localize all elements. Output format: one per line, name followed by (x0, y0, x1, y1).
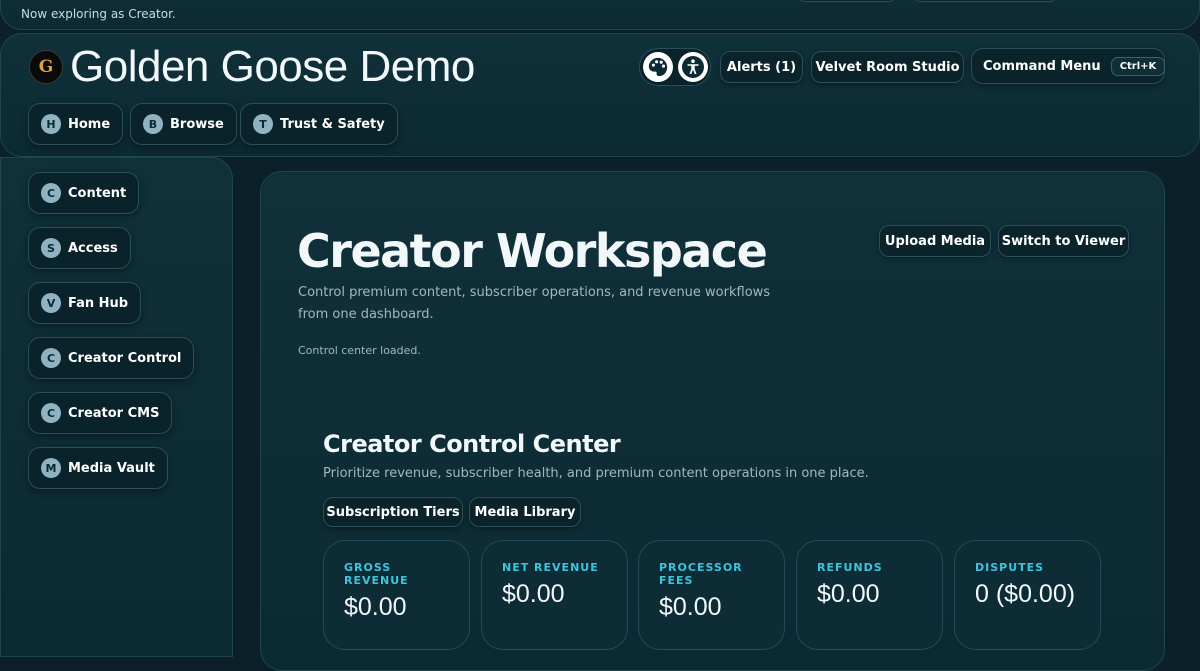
nav-home-badge: H (41, 114, 61, 134)
banner-button-1[interactable] (796, 0, 898, 2)
metric-net-revenue-label: NET REVENUE (502, 561, 599, 574)
sidebar-item-creator-cms-label: Creator CMS (68, 405, 160, 421)
nav-browse[interactable]: B Browse (130, 103, 237, 145)
alerts-button[interactable]: Alerts (1) (720, 51, 803, 83)
nav-trust-safety-badge: T (253, 114, 273, 134)
banner-button-2[interactable] (911, 0, 1059, 2)
switch-to-viewer-button[interactable]: Switch to Viewer (998, 225, 1129, 257)
sidebar-item-access-badge: S (41, 238, 61, 258)
nav-home-label: Home (68, 116, 111, 132)
command-menu-label: Command Menu (983, 58, 1101, 74)
metric-refunds-value: $0.00 (817, 580, 880, 608)
status-message: Control center loaded. (298, 344, 421, 357)
sidebar-item-creator-control-label: Creator Control (68, 350, 182, 366)
metric-processor-fees: PROCESSOR FEES $0.00 (638, 540, 785, 650)
nav-home[interactable]: H Home (28, 103, 124, 145)
studio-label: Velvet Room Studio (815, 59, 960, 75)
sidebar-item-creator-control[interactable]: C Creator Control (28, 337, 195, 379)
accessibility-button[interactable] (678, 52, 708, 82)
metric-refunds: REFUNDS $0.00 (796, 540, 943, 650)
metric-disputes-label: DISPUTES (975, 561, 1045, 574)
sidebar-item-content-label: Content (68, 185, 127, 201)
sidebar-item-content[interactable]: C Content (28, 172, 140, 214)
top-banner: Now exploring as Creator. (0, 0, 1200, 30)
metric-disputes: DISPUTES 0 ($0.00) (954, 540, 1101, 650)
metric-net-revenue: NET REVENUE $0.00 (481, 540, 628, 650)
upload-media-button[interactable]: Upload Media (879, 225, 991, 257)
metric-refunds-label: REFUNDS (817, 561, 883, 574)
sidebar-item-media-vault-label: Media Vault (68, 460, 155, 476)
metric-net-revenue-value: $0.00 (502, 580, 565, 608)
studio-button[interactable]: Velvet Room Studio (811, 51, 964, 83)
sidebar-item-media-vault-badge: M (41, 458, 61, 478)
sidebar-item-access[interactable]: S Access (28, 227, 131, 269)
metric-disputes-value: 0 ($0.00) (975, 580, 1076, 608)
sidebar-item-media-vault[interactable]: M Media Vault (28, 447, 168, 489)
accessibility-icon (682, 56, 704, 78)
tab-media-library[interactable]: Media Library (469, 497, 581, 527)
sidebar-item-creator-control-badge: C (41, 348, 61, 368)
nav-trust-safety-label: Trust & Safety (280, 116, 385, 132)
tab-media-library-label: Media Library (474, 504, 576, 520)
tab-subscription-tiers[interactable]: Subscription Tiers (323, 497, 463, 527)
sidebar-item-access-label: Access (68, 240, 118, 256)
banner-status-text: Now exploring as Creator. (21, 7, 176, 21)
nav-trust-safety[interactable]: T Trust & Safety (240, 103, 398, 145)
upload-media-label: Upload Media (884, 233, 986, 249)
sidebar-item-fan-hub-label: Fan Hub (68, 295, 129, 311)
page-description: Control premium content, subscriber oper… (298, 285, 771, 322)
sidebar: C Content S Access V Fan Hub C Creator C… (0, 157, 233, 657)
metric-gross-revenue: GROSS REVENUE $0.00 (323, 540, 470, 650)
command-shortcut: Ctrl+K (1110, 56, 1166, 76)
control-center-title: Creator Control Center (323, 430, 621, 458)
palette-icon (648, 57, 668, 77)
metric-processor-fees-value: $0.00 (659, 593, 722, 621)
icon-button-group (639, 48, 711, 86)
logo-letter: G (38, 57, 54, 77)
app-title: Golden Goose Demo (70, 42, 475, 91)
sidebar-item-creator-cms[interactable]: C Creator CMS (28, 392, 173, 434)
switch-to-viewer-label: Switch to Viewer (1001, 233, 1126, 249)
page-title: Creator Workspace (297, 224, 768, 278)
metric-gross-revenue-label: GROSS REVENUE (344, 561, 409, 587)
alerts-label: Alerts (1) (726, 59, 797, 75)
theme-button[interactable] (643, 52, 673, 82)
logo[interactable]: G (29, 50, 63, 84)
sidebar-item-fan-hub[interactable]: V Fan Hub (28, 282, 142, 324)
sidebar-item-content-badge: C (41, 183, 61, 203)
tab-subscription-tiers-label: Subscription Tiers (326, 504, 460, 520)
app-header: G Golden Goose Demo Alerts (1) Velvet Ro… (0, 33, 1200, 157)
metric-gross-revenue-value: $0.00 (344, 593, 407, 621)
metric-processor-fees-label: PROCESSOR FEES (659, 561, 743, 587)
nav-browse-label: Browse (170, 116, 224, 132)
sidebar-item-creator-cms-badge: C (41, 403, 61, 423)
nav-browse-badge: B (143, 114, 163, 134)
command-menu-button[interactable]: Command Menu Ctrl+K (971, 48, 1166, 84)
sidebar-item-fan-hub-badge: V (41, 293, 61, 313)
control-center-subtitle: Prioritize revenue, subscriber health, a… (323, 466, 869, 481)
